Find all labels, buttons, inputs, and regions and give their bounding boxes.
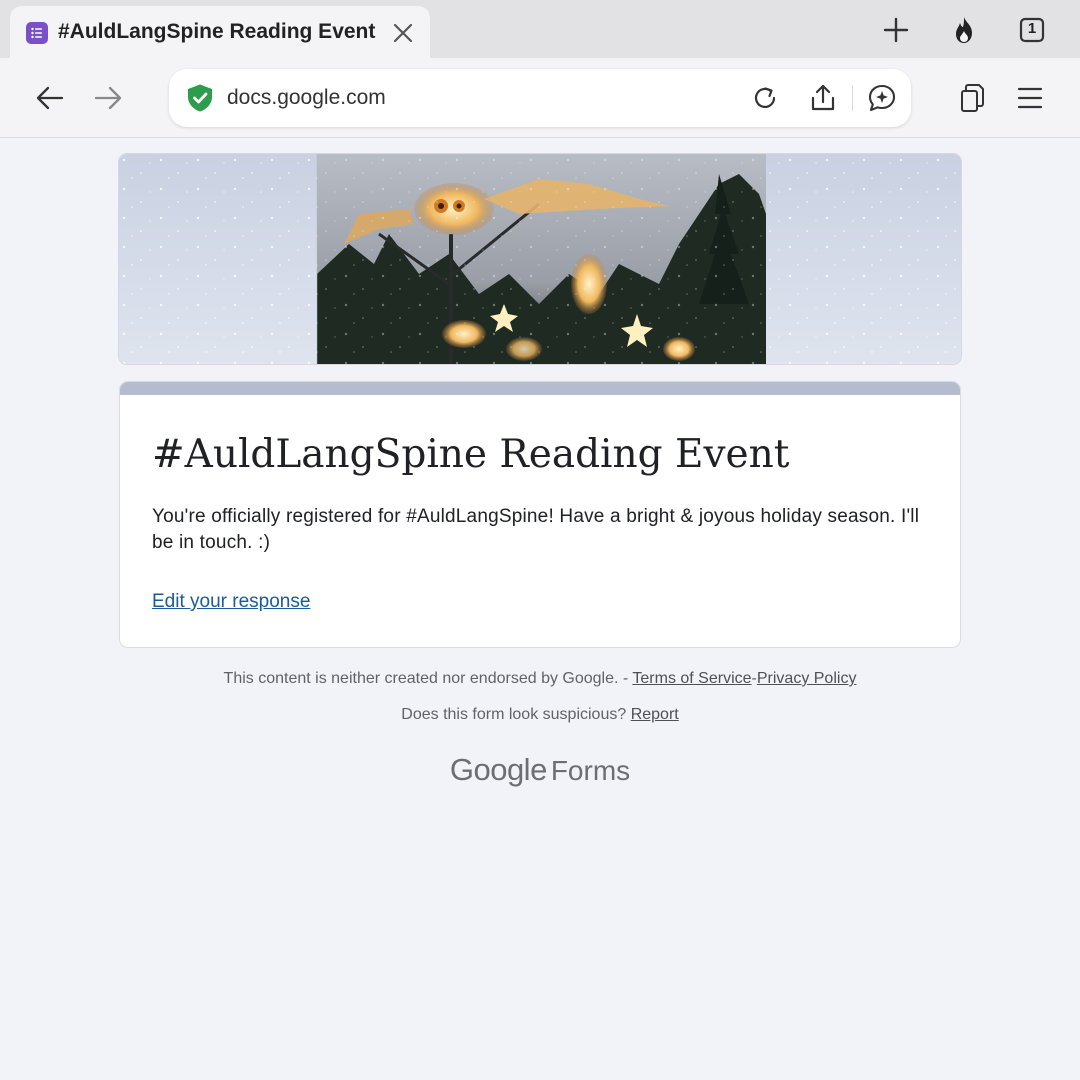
tab-strip: #AuldLangSpine Reading Event 1 [0, 0, 1080, 60]
disclaimer-line: This content is neither created nor endo… [0, 670, 1080, 688]
brand-forms: Forms [550, 755, 631, 786]
new-tab-icon[interactable] [880, 14, 912, 46]
separator: - [622, 670, 629, 687]
tab-title: #AuldLangSpine Reading Event [58, 20, 376, 43]
confirmation-card: #AuldLangSpine Reading Event You're offi… [119, 381, 961, 648]
form-title: #AuldLangSpine Reading Event [152, 432, 790, 477]
confirmation-message: You're officially registered for #AuldLa… [152, 506, 920, 553]
tab-count: 1 [1027, 20, 1037, 37]
card-accent-bar [120, 382, 960, 395]
ai-chat-icon[interactable] [866, 82, 898, 114]
fire-icon[interactable] [948, 14, 980, 46]
forward-arrow-icon[interactable] [90, 80, 126, 116]
terms-link[interactable]: Terms of Service [632, 670, 751, 687]
reload-icon[interactable] [749, 82, 781, 114]
address-bar-divider [852, 85, 853, 111]
google-forms-logo[interactable]: Google Forms [0, 752, 1080, 788]
url-text[interactable]: docs.google.com [227, 86, 386, 110]
browser-toolbar: docs.google.com [0, 58, 1080, 138]
tabs-copy-icon[interactable] [954, 80, 990, 116]
forms-list-icon [26, 22, 48, 44]
address-bar[interactable]: docs.google.com [169, 69, 911, 127]
privacy-link[interactable]: Privacy Policy [757, 670, 857, 687]
active-tab[interactable]: #AuldLangSpine Reading Event [10, 6, 430, 60]
disclaimer-text: This content is neither created nor endo… [223, 670, 619, 687]
report-line: Does this form look suspicious? Report [0, 706, 1080, 724]
green-shield-check-icon[interactable] [185, 83, 215, 113]
close-tab-icon[interactable] [390, 20, 416, 46]
suspicious-text: Does this form look suspicious? [401, 706, 627, 723]
report-link[interactable]: Report [631, 706, 679, 723]
form-header-image [118, 153, 962, 365]
share-icon[interactable] [807, 82, 839, 114]
brand-google: Google [449, 752, 547, 787]
back-arrow-icon[interactable] [32, 80, 68, 116]
tab-count-button[interactable]: 1 [1016, 14, 1048, 46]
menu-icon[interactable] [1012, 80, 1048, 116]
edit-response-link[interactable]: Edit your response [152, 591, 310, 613]
